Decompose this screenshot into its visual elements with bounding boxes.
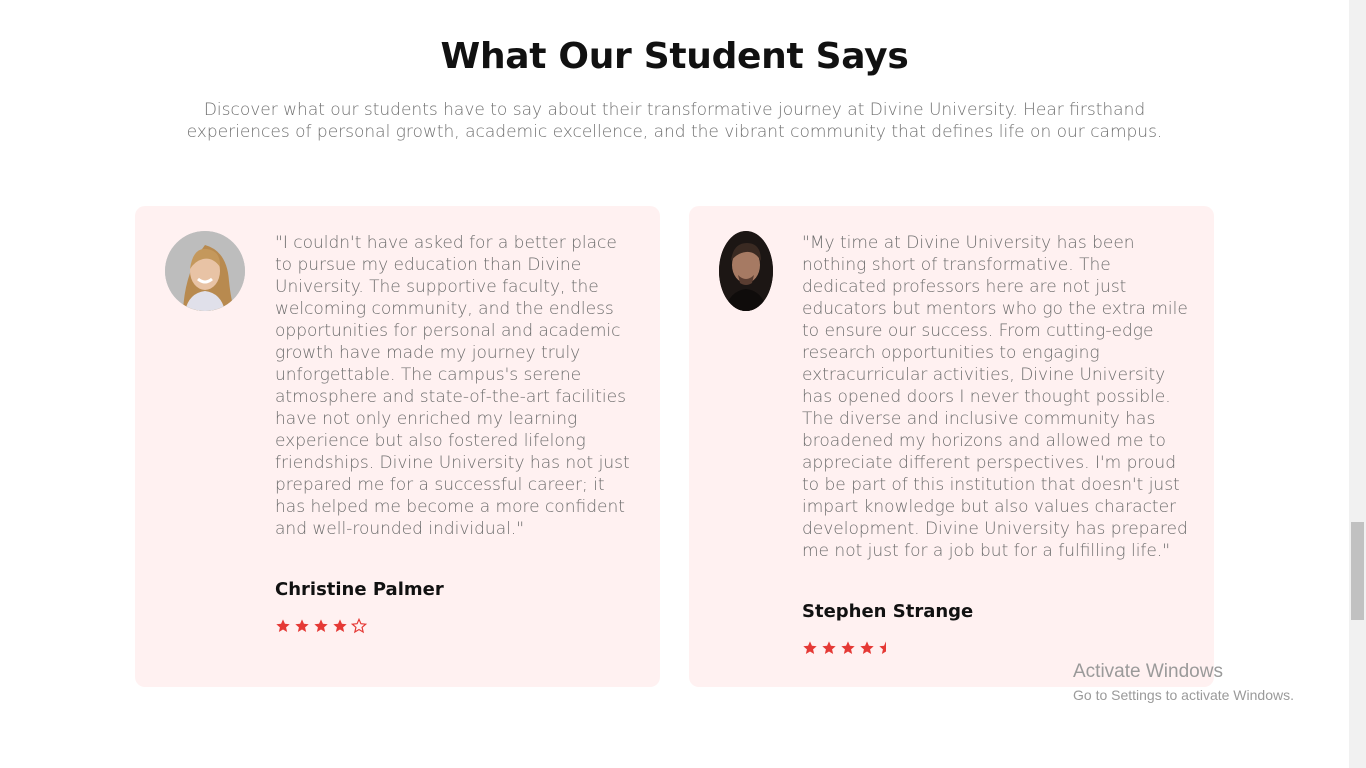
testimonial-quote: "My time at Divine University has been n…	[802, 233, 1188, 561]
star-full-icon	[822, 641, 836, 654]
windows-activation-watermark: Activate Windows Go to Settings to activ…	[1073, 661, 1294, 705]
watermark-line-2: Go to Settings to activate Windows.	[1073, 687, 1294, 703]
scrollbar-thumb[interactable]	[1351, 522, 1364, 620]
testimonial-quote: "I couldn't have asked for a better plac…	[275, 233, 630, 539]
star-full-icon	[276, 619, 290, 632]
star-rating	[802, 640, 894, 656]
star-full-icon	[333, 619, 347, 632]
star-full-icon	[860, 641, 874, 654]
watermark-line-1: Activate Windows	[1073, 661, 1223, 682]
page-scrollbar[interactable]	[1349, 0, 1366, 768]
star-full-icon	[803, 641, 817, 654]
student-photo-icon	[165, 231, 245, 311]
testimonial-card: "My time at Divine University has been n…	[689, 206, 1214, 687]
avatar	[719, 231, 773, 311]
star-full-icon	[295, 619, 309, 632]
student-photo-icon	[719, 231, 773, 311]
star-empty-icon	[351, 618, 367, 634]
star-full-icon	[314, 619, 328, 632]
testimonial-card: "I couldn't have asked for a better plac…	[135, 206, 660, 687]
intro-line-2: experiences of personal growth, academic…	[186, 122, 1163, 142]
section-title: What Our Student Says	[440, 36, 909, 77]
testimonial-author: Christine Palmer	[275, 579, 444, 600]
avatar	[165, 231, 245, 311]
star-rating	[275, 618, 367, 634]
star-half-icon	[879, 641, 886, 654]
star-full-icon	[841, 641, 855, 654]
testimonial-author: Stephen Strange	[802, 601, 974, 622]
section-intro: Discover what our students have to say a…	[150, 99, 1199, 143]
intro-line-1: Discover what our students have to say a…	[203, 100, 1146, 120]
testimonials-page: What Our Student Says Discover what our …	[0, 0, 1349, 768]
